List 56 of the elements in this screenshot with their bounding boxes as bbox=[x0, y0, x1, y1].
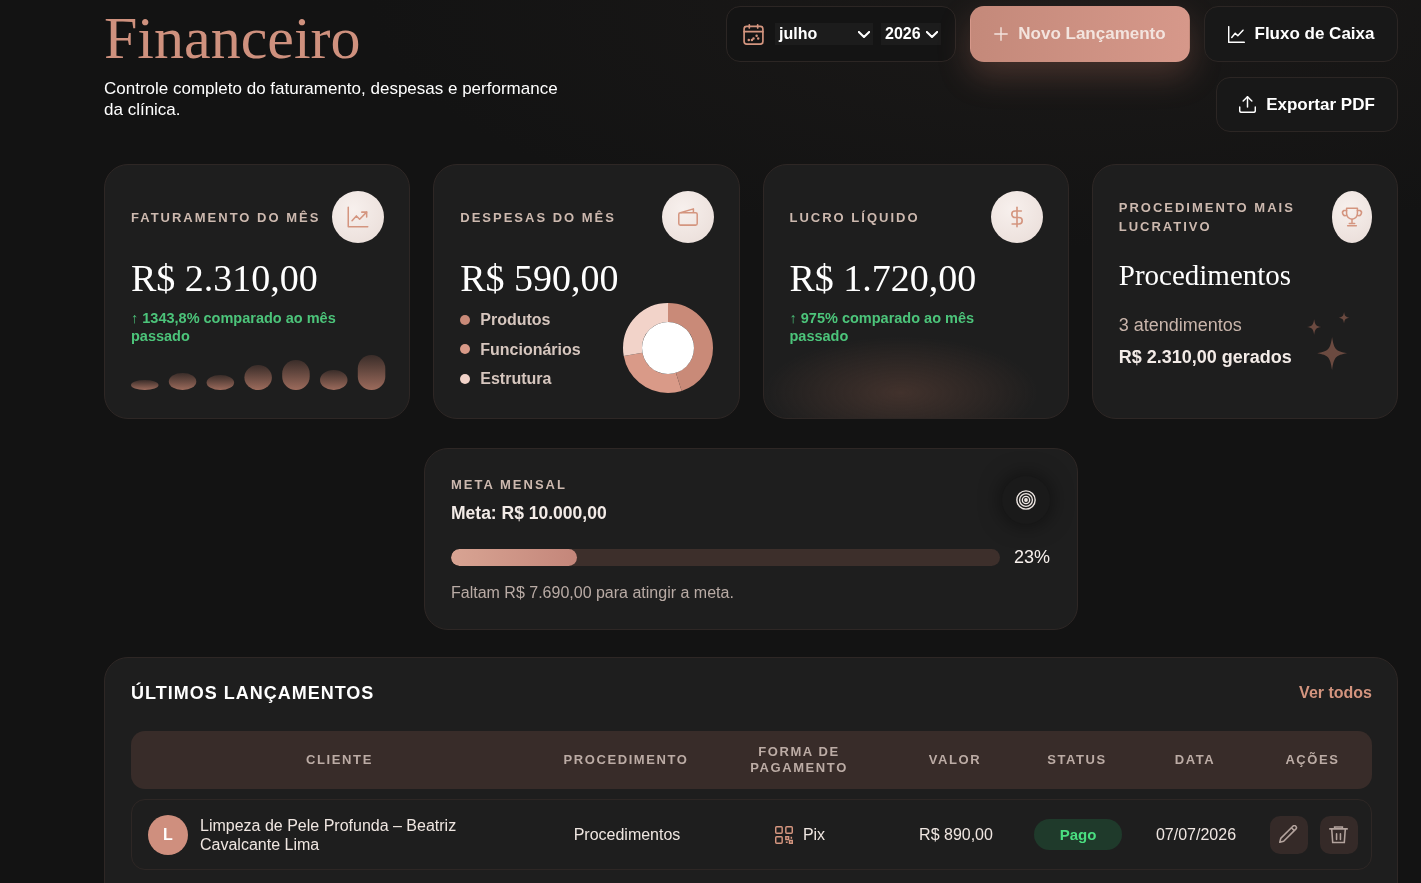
column-header: FORMA DE PAGAMENTO bbox=[749, 744, 849, 776]
card-label: PROCEDIMENTO MAIS LUCRATIVO bbox=[1118, 199, 1296, 236]
dollar-icon bbox=[990, 191, 1043, 243]
stat-value: R$ 1.720,00 bbox=[789, 257, 978, 299]
column-header: AÇÕES bbox=[1285, 752, 1340, 768]
card-label: DESPESAS DO MÊS bbox=[460, 208, 616, 227]
line-chart-icon bbox=[1227, 25, 1245, 43]
wallet-icon bbox=[661, 191, 714, 243]
legend-label: Produtos bbox=[480, 310, 551, 330]
goal-target: Meta: R$ 10.000,00 bbox=[451, 503, 607, 524]
pencil-icon bbox=[1279, 825, 1298, 844]
plus-icon bbox=[994, 27, 1009, 41]
edit-button[interactable] bbox=[1269, 815, 1308, 854]
table-cell: 07/07/2026 bbox=[1155, 825, 1237, 844]
trend-text: ↑ 1343,8% comparado ao mês passado bbox=[131, 309, 337, 345]
goal-percent: 23% bbox=[1013, 546, 1050, 568]
page-title: Financeiro bbox=[104, 6, 362, 70]
export-pdf-button[interactable]: Exportar PDF bbox=[1216, 77, 1398, 132]
generated-amount: R$ 2.310,00 gerados bbox=[1118, 346, 1292, 368]
stat-value: R$ 590,00 bbox=[460, 257, 620, 299]
column-header: STATUS bbox=[1047, 752, 1107, 768]
card-label: LUCRO LÍQUIDO bbox=[789, 208, 920, 227]
table-cell: R$ 890,00 bbox=[919, 825, 993, 844]
column-header: VALOR bbox=[928, 752, 982, 768]
column-header: PROCEDIMENTO bbox=[563, 752, 689, 768]
chevron-down-icon bbox=[926, 30, 938, 38]
trend-text: ↑ 975% comparado ao mês passado bbox=[789, 309, 976, 345]
trash-icon bbox=[1329, 825, 1348, 844]
delete-button[interactable] bbox=[1319, 815, 1358, 854]
payment-method: Pix bbox=[802, 825, 826, 844]
goal-remaining-text: Faltam R$ 7.690,00 para atingir a meta. bbox=[451, 583, 735, 603]
card-label: META MENSAL bbox=[451, 476, 567, 494]
section-title: ÚLTIMOS LANÇAMENTOS bbox=[131, 682, 375, 704]
column-header: CLIENTE bbox=[306, 752, 373, 768]
stat-value: R$ 2.310,00 bbox=[131, 257, 319, 299]
calendar-icon bbox=[743, 23, 764, 45]
cash-flow-button[interactable]: Fluxo de Caixa bbox=[1204, 6, 1398, 62]
upload-icon bbox=[1239, 96, 1257, 113]
chevron-down-icon bbox=[858, 30, 870, 38]
year-select[interactable]: 2026 bbox=[881, 23, 941, 45]
client-name: Limpeza de Pele Profunda – Beatriz Cavalcante Lima bbox=[200, 815, 458, 854]
appointments-count: 3 atendimentos bbox=[1118, 314, 1243, 336]
table-cell: Procedimentos bbox=[573, 825, 681, 844]
avatar-initial: L bbox=[148, 814, 188, 855]
column-header: DATA bbox=[1174, 752, 1216, 768]
page-subtitle: Controle completo do faturamento, despesas e performance da clínica. bbox=[104, 78, 559, 120]
trophy-icon bbox=[1332, 191, 1372, 243]
card-label: FATURAMENTO DO MÊS bbox=[131, 208, 321, 227]
trend-chart-icon bbox=[332, 191, 385, 243]
view-all-link[interactable]: Ver todos bbox=[1299, 684, 1372, 702]
qr-code-icon bbox=[774, 825, 793, 844]
legend-label: Estrutura bbox=[480, 369, 552, 389]
month-select[interactable]: julho bbox=[775, 23, 873, 45]
procedure-title: Procedimentos bbox=[1118, 258, 1293, 292]
status-badge: Pago bbox=[1034, 819, 1122, 850]
legend-label: Funcionários bbox=[480, 339, 581, 360]
